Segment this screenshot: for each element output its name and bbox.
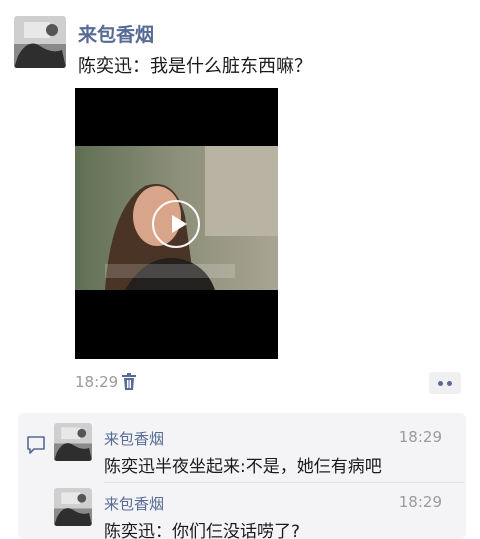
comment-author[interactable]: 来包香烟 xyxy=(104,493,164,514)
comment-time: 18:29 xyxy=(398,493,442,511)
comment-text: 陈奕迅：你们仨没话唠了? xyxy=(104,522,301,539)
comment-time: 18:29 xyxy=(398,428,442,446)
author-avatar[interactable] xyxy=(14,16,66,68)
comment-item[interactable]: 来包香烟 18:29 陈奕迅：你们仨没话唠了? xyxy=(54,485,458,539)
more-dots-icon[interactable] xyxy=(429,372,461,394)
video-player[interactable] xyxy=(75,88,278,359)
comment-avatar[interactable] xyxy=(54,423,92,461)
post-author-name[interactable]: 来包香烟 xyxy=(78,20,154,47)
comment-divider xyxy=(104,482,464,483)
comment-bubble-icon xyxy=(27,436,45,454)
comment-text: 陈奕迅半夜坐起来:不是，她仨有病吧 xyxy=(104,457,382,477)
comment-avatar[interactable] xyxy=(54,488,92,526)
play-icon[interactable] xyxy=(152,200,200,248)
post-time: 18:29 xyxy=(75,373,119,391)
trash-icon[interactable] xyxy=(122,373,136,390)
comment-author[interactable]: 来包香烟 xyxy=(104,428,164,449)
post-text: 陈奕迅：我是什么脏东西嘛？ xyxy=(78,56,312,77)
comment-item[interactable]: 来包香烟 18:29 陈奕迅半夜坐起来:不是，她仨有病吧 xyxy=(54,420,458,477)
comments-panel: 来包香烟 18:29 陈奕迅半夜坐起来:不是，她仨有病吧 来包香烟 18:29 … xyxy=(18,413,466,539)
